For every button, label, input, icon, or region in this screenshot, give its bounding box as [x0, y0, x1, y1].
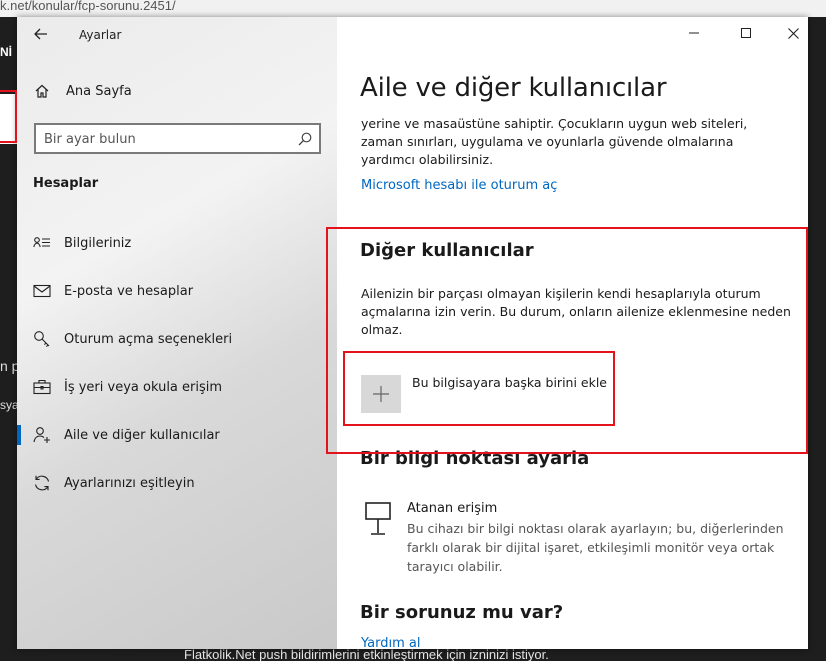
assigned-access-description: Bu cihazı bir bilgi noktası olarak ayarl…: [407, 521, 784, 574]
page-title: Aile ve diğer kullanıcılar: [360, 73, 667, 103]
bg-white-strip: [0, 94, 17, 144]
close-icon: [787, 27, 799, 39]
minimize-icon: [689, 32, 699, 34]
background-page-bottom: Flatkolik.Net push bildirimlerini etkinl…: [0, 649, 826, 661]
help-heading: Bir sorunuz mu var?: [360, 602, 564, 623]
bg-fragment: Nİ: [0, 45, 12, 59]
minimize-button[interactable]: [671, 17, 717, 49]
person-card-icon: [33, 234, 51, 252]
sidebar-item-label: Bilgileriniz: [64, 235, 132, 251]
sidebar-item-label: E-posta ve hesaplar: [64, 283, 194, 299]
kiosk-icon: [364, 501, 392, 537]
sidebar-item-family[interactable]: Aile ve diğer kullanıcılar: [17, 417, 337, 453]
other-users-heading: Diğer kullanıcılar: [360, 240, 534, 261]
background-page-right: [808, 17, 826, 661]
assigned-access-link[interactable]: Atanan erişim: [407, 501, 497, 516]
app-title: Ayarlar: [79, 28, 122, 42]
arrow-left-icon: [34, 28, 47, 40]
microsoft-signin-link[interactable]: Microsoft hesabı ile oturum aç: [361, 178, 557, 193]
main-content: Aile ve diğer kullanıcılar yerine ve mas…: [337, 17, 808, 649]
sidebar-item-label: Aile ve diğer kullanıcılar: [64, 427, 220, 443]
maximize-button[interactable]: [723, 17, 769, 49]
search-box: [34, 123, 321, 154]
browser-address-bar: k.net/konular/fcp-sorunu.2451/: [0, 0, 826, 17]
sidebar-item-label: Ana Sayfa: [66, 83, 132, 99]
key-icon: [33, 330, 51, 348]
sidebar-item-label: Ayarlarınızı eşitleyin: [64, 475, 195, 491]
settings-window: Ayarlar Ana Sayfa Hesaplar Bilgileriniz: [17, 17, 808, 649]
sidebar-item-label: İş yeri veya okula erişim: [64, 379, 223, 395]
push-notification-text: Flatkolik.Net push bildirimlerini etkinl…: [184, 649, 549, 661]
other-users-description: Ailenizin bir parçası olmayan kişilerin …: [361, 286, 791, 337]
briefcase-icon: [33, 378, 51, 396]
close-button[interactable]: [770, 17, 808, 49]
add-user-button[interactable]: [361, 375, 401, 413]
plus-icon: [373, 386, 389, 402]
browser-url[interactable]: k.net/konular/fcp-sorunu.2451/: [0, 0, 176, 13]
sidebar-item-sign-in-options[interactable]: Oturum açma seçenekleri: [17, 321, 337, 357]
maximize-icon: [741, 28, 751, 38]
add-user-label[interactable]: Bu bilgisayara başka birini ekle: [412, 375, 607, 390]
sidebar: Ayarlar Ana Sayfa Hesaplar Bilgileriniz: [17, 17, 337, 649]
sidebar-item-email[interactable]: E-posta ve hesaplar: [17, 273, 337, 309]
sidebar-item-your-info[interactable]: Bilgileriniz: [17, 225, 337, 261]
mail-icon: [33, 282, 51, 300]
search-input[interactable]: [44, 129, 294, 149]
sidebar-item-work-access[interactable]: İş yeri veya okula erişim: [17, 369, 337, 405]
home-icon: [33, 82, 51, 100]
back-button[interactable]: [31, 25, 51, 45]
sync-icon: [33, 474, 51, 492]
bg-fragment: sya: [0, 398, 17, 412]
sidebar-item-home[interactable]: Ana Sayfa: [17, 73, 337, 109]
kiosk-heading: Bir bilgi noktası ayarla: [360, 448, 590, 469]
background-page-left: Nİ n p sya: [0, 17, 17, 661]
person-add-icon: [33, 426, 51, 444]
intro-text: yerine ve masaüstüne sahiptir. Çocukları…: [361, 116, 748, 167]
section-header: Hesaplar: [33, 176, 99, 191]
sidebar-item-sync[interactable]: Ayarlarınızı eşitleyin: [17, 465, 337, 501]
sidebar-item-label: Oturum açma seçenekleri: [64, 331, 233, 347]
search-icon[interactable]: [297, 131, 313, 147]
bg-fragment: n p: [0, 358, 17, 374]
get-help-link[interactable]: Yardım al: [361, 636, 420, 649]
